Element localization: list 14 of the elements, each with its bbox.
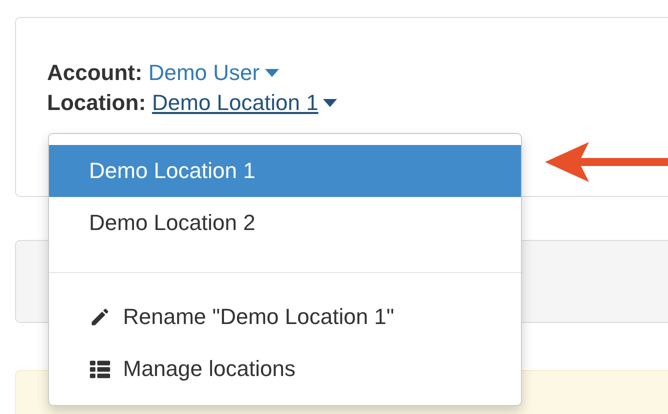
account-dropdown[interactable]: Demo User — [148, 58, 279, 88]
location-option[interactable]: Demo Location 1 — [49, 145, 521, 197]
location-label: Location: — [47, 89, 146, 117]
pencil-icon — [89, 306, 111, 328]
menu-action[interactable]: Manage locations — [49, 343, 521, 395]
location-option[interactable]: Demo Location 2 — [49, 197, 521, 249]
menu-action-label: Rename "Demo Location 1" — [123, 304, 394, 330]
menu-action-label: Manage locations — [123, 356, 296, 382]
list-icon — [89, 358, 111, 380]
account-label: Account: — [47, 59, 142, 87]
menu-action[interactable]: Rename "Demo Location 1" — [49, 291, 521, 343]
location-dropdown[interactable]: Demo Location 1 — [152, 88, 338, 118]
caret-icon — [323, 99, 338, 107]
caret-icon — [264, 69, 279, 77]
